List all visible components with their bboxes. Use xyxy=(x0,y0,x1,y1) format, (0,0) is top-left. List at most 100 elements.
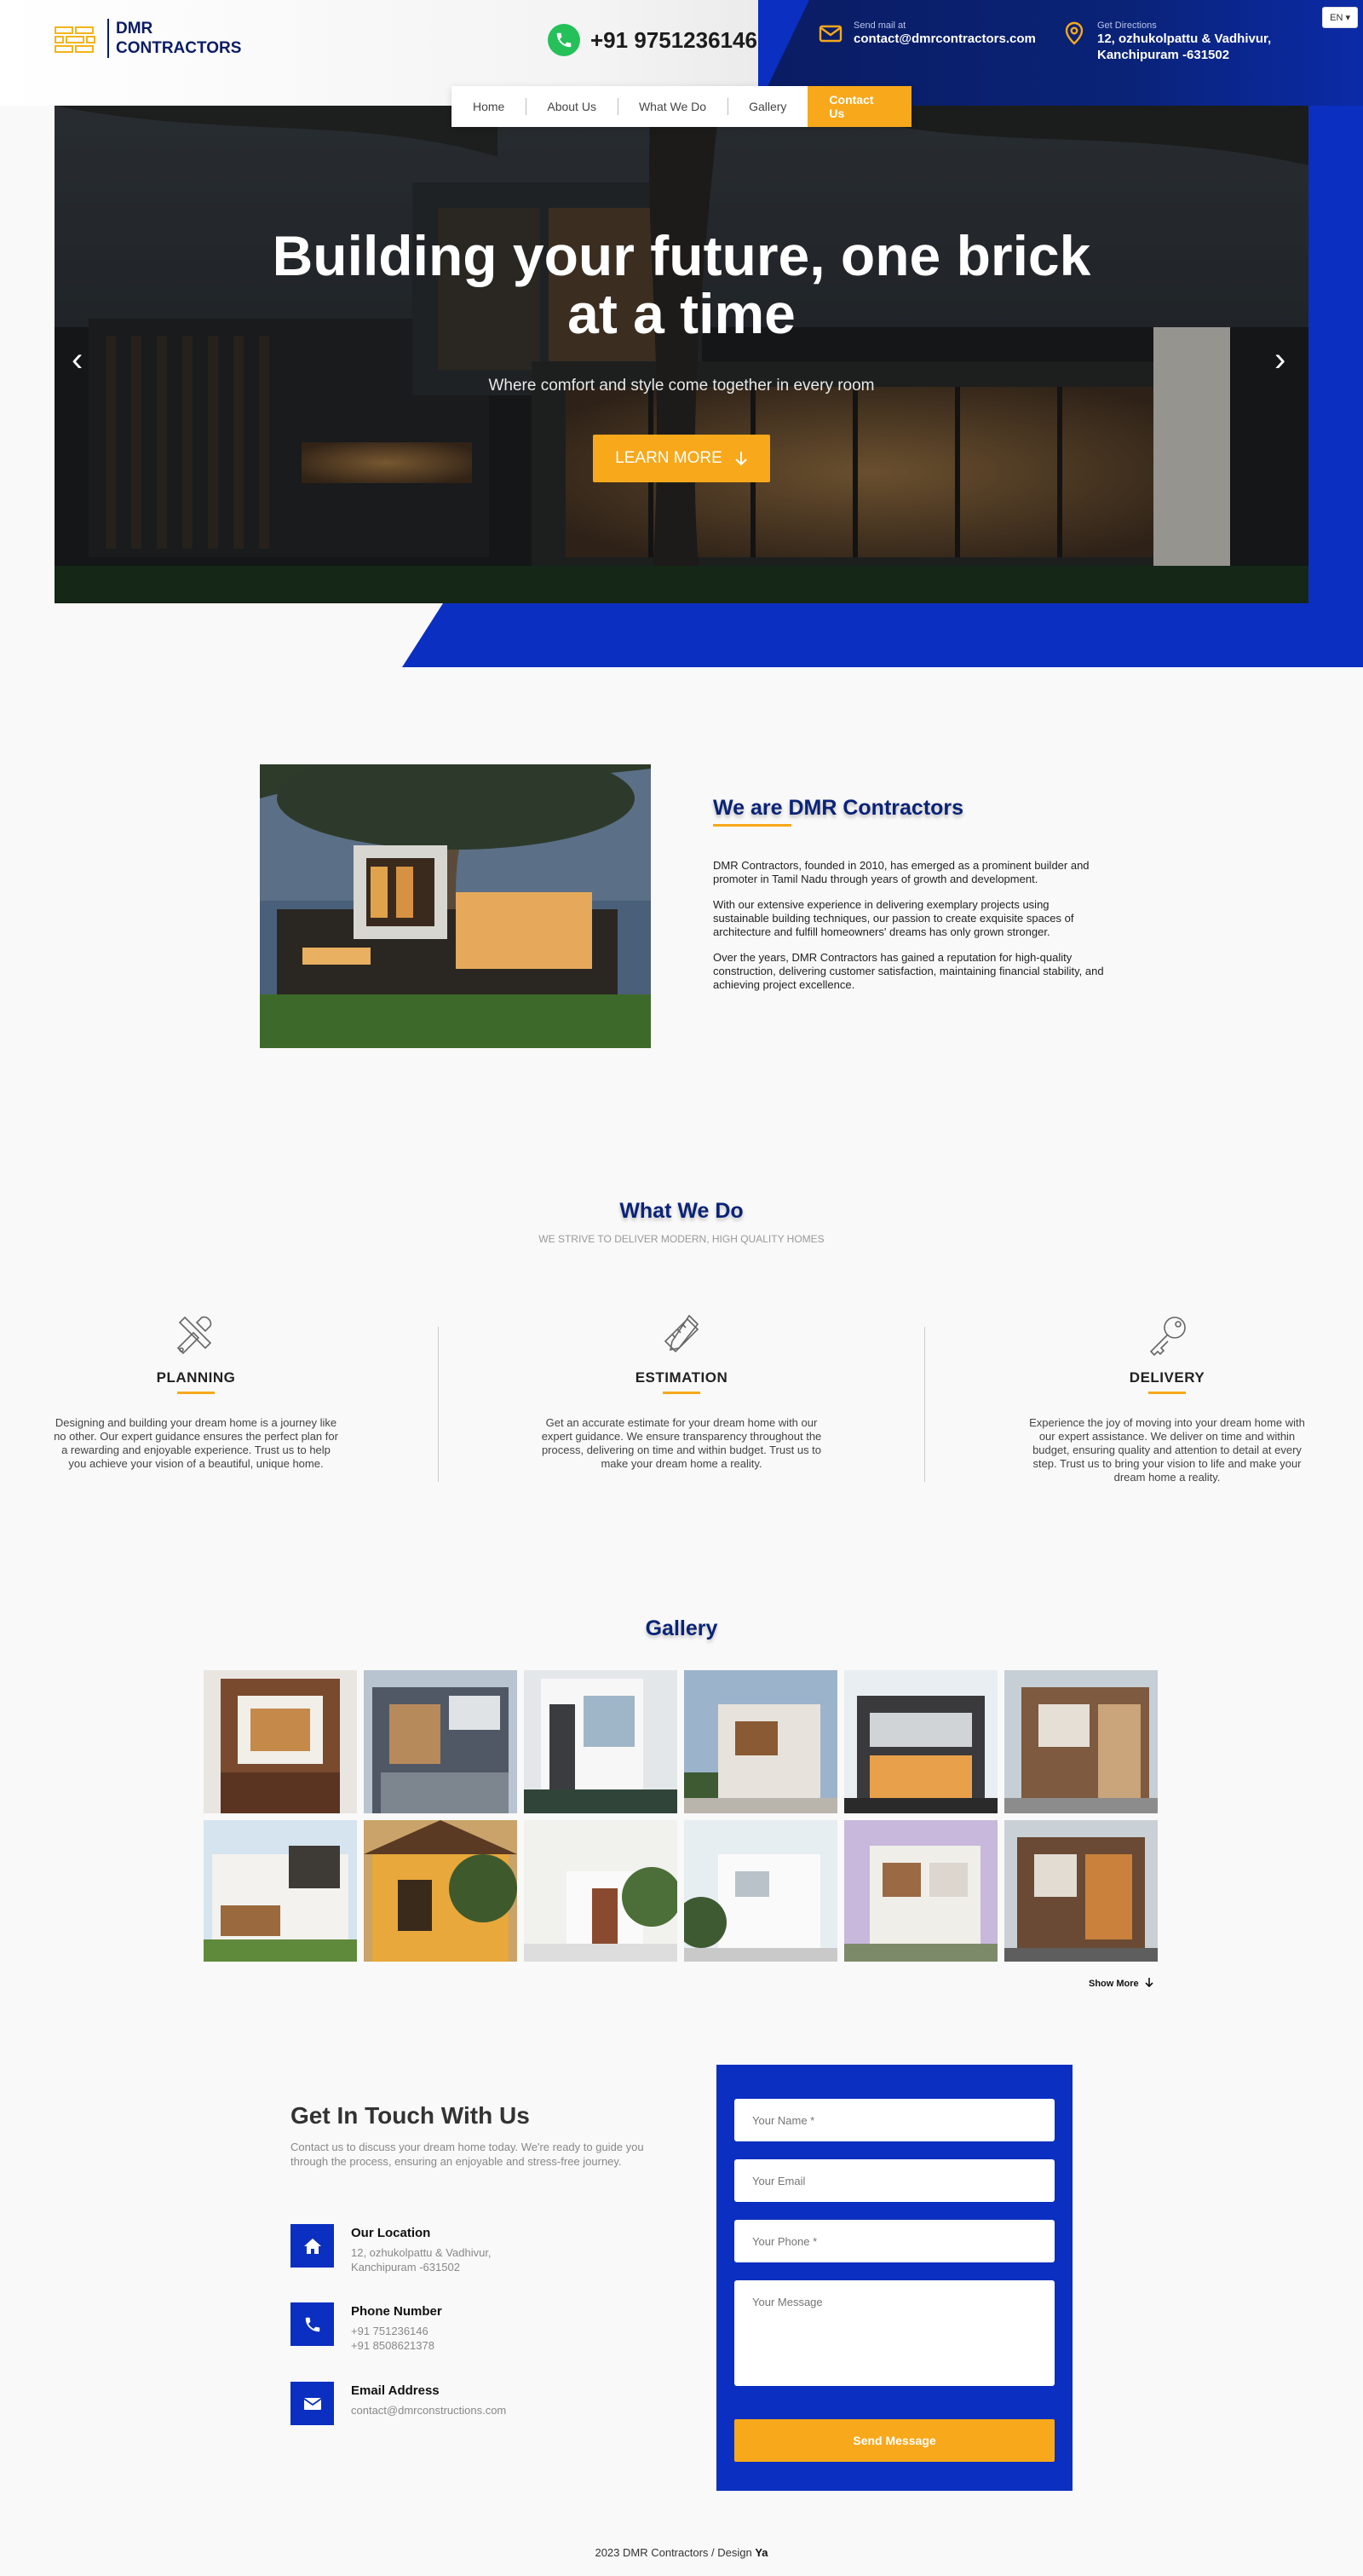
key-icon xyxy=(1149,1317,1186,1357)
arrow-down-icon xyxy=(735,452,747,466)
service-delivery: DELIVERY Experience the joy of moving in… xyxy=(1022,1312,1312,1484)
footer-designer-link[interactable]: Ya xyxy=(755,2546,768,2559)
ruler-pencil-icon xyxy=(664,1314,699,1353)
service-name: ESTIMATION xyxy=(635,1369,728,1386)
logo-wordmark: DMR CONTRACTORS xyxy=(107,19,241,58)
contact-form: Send Message xyxy=(716,2065,1073,2491)
slider-prev-arrow-icon[interactable]: ‹ xyxy=(72,341,83,379)
contact-phone-2[interactable]: +91 8508621378 xyxy=(351,2338,442,2353)
learn-more-button[interactable]: LEARN MORE xyxy=(593,435,770,482)
gallery-image[interactable] xyxy=(684,1670,837,1813)
about-paragraph: DMR Contractors, founded in 2010, has em… xyxy=(713,859,1090,885)
hero-blue-band xyxy=(402,603,1363,667)
service-text: Experience the joy of moving into your d… xyxy=(1029,1416,1305,1484)
nav-about-us[interactable]: About Us xyxy=(526,86,618,127)
contact-description: Contact us to discuss your dream home to… xyxy=(290,2141,644,2168)
header-mail[interactable]: Send mail at contact@dmrcontractors.com xyxy=(818,20,1036,47)
services-title: What We Do xyxy=(619,1199,744,1223)
phone-input[interactable] xyxy=(734,2220,1055,2262)
contact-location-line-1: 12, ozhukolpattu & Vadhivur, xyxy=(351,2246,492,2259)
service-name: PLANNING xyxy=(156,1369,236,1386)
nav-contact-us-button[interactable]: Contact Us xyxy=(808,86,912,127)
email-input[interactable] xyxy=(734,2159,1055,2202)
hero-title-line-1: Building your future, one brick xyxy=(272,224,1091,287)
hero-house-image xyxy=(55,106,1308,603)
gallery-title: Gallery xyxy=(645,1616,718,1640)
gallery-image[interactable] xyxy=(364,1670,517,1813)
service-underline xyxy=(177,1392,215,1394)
message-textarea[interactable] xyxy=(734,2280,1055,2386)
gallery-image[interactable] xyxy=(1004,1820,1158,1962)
hero-subtitle: Where comfort and style come together in… xyxy=(488,377,875,395)
services-subtitle: WE STRIVE TO DELIVER MODERN, HIGH QUALIT… xyxy=(538,1233,825,1245)
nav-gallery[interactable]: Gallery xyxy=(728,86,808,127)
gallery-image[interactable] xyxy=(844,1820,998,1962)
site-footer: 2023 DMR Contractors / Design Ya xyxy=(0,2546,1363,2559)
directions-label: Get Directions xyxy=(1097,20,1157,31)
contact-location-line-2: Kanchipuram -631502 xyxy=(351,2261,460,2273)
gallery-image[interactable] xyxy=(204,1820,357,1962)
service-text: Designing and building your dream home i… xyxy=(54,1416,338,1470)
contact-phone-1[interactable]: +91 751236146 xyxy=(351,2324,442,2338)
contact-email: Email Address contact@dmrconstructions.c… xyxy=(290,2382,506,2425)
contact-location-label: Our Location xyxy=(351,2226,431,2240)
gallery-image[interactable] xyxy=(524,1670,677,1813)
contact-phone-label: Phone Number xyxy=(351,2304,442,2319)
directions-line-2: Kanchipuram -631502 xyxy=(1097,48,1230,62)
contact-email-label: Email Address xyxy=(351,2383,440,2398)
about-paragraph: Over the years, DMR Contractors has gain… xyxy=(713,951,1104,991)
gallery-image[interactable] xyxy=(524,1820,677,1962)
arrow-down-icon xyxy=(1145,1978,1153,1988)
show-more-link[interactable]: Show More xyxy=(1089,1978,1153,1989)
gallery-image[interactable] xyxy=(364,1820,517,1962)
name-input[interactable] xyxy=(734,2099,1055,2141)
gallery-image[interactable] xyxy=(844,1670,998,1813)
header-directions[interactable]: Get Directions 12, ozhukolpattu & Vadhiv… xyxy=(1061,20,1271,63)
send-message-button[interactable]: Send Message xyxy=(734,2419,1055,2462)
mail-value: contact@dmrcontractors.com xyxy=(854,32,1036,46)
envelope-icon xyxy=(290,2382,334,2425)
service-name: DELIVERY xyxy=(1129,1369,1205,1386)
nav-home[interactable]: Home xyxy=(451,86,526,127)
footer-copyright: 2023 DMR Contractors / Design xyxy=(595,2546,756,2559)
about-title-text: We are DMR Contractors xyxy=(713,796,964,820)
directions-line-1: 12, ozhukolpattu & Vadhivur, xyxy=(1097,32,1272,46)
learn-more-label: LEARN MORE xyxy=(615,449,722,467)
logo-line-1: DMR xyxy=(116,20,153,37)
whatsapp-icon xyxy=(548,24,580,56)
brick-logo-icon xyxy=(55,23,99,54)
site-logo[interactable]: DMR CONTRACTORS xyxy=(55,19,241,58)
show-more-label: Show More xyxy=(1089,1979,1139,1989)
gallery-grid xyxy=(204,1670,1158,1962)
divider xyxy=(438,1327,439,1482)
tools-icon xyxy=(176,1316,212,1355)
phone-number: +91 9751236146 xyxy=(590,26,757,53)
contact-title: Get In Touch With Us xyxy=(290,2102,530,2129)
mail-icon xyxy=(819,25,843,43)
gallery-image[interactable] xyxy=(204,1670,357,1813)
about-house-image xyxy=(260,764,651,1048)
main-nav: Home About Us What We Do Gallery Contact… xyxy=(451,86,912,127)
mail-label: Send mail at xyxy=(854,20,906,31)
divider xyxy=(924,1327,925,1482)
contact-email-value[interactable]: contact@dmrconstructions.com xyxy=(351,2403,506,2418)
contact-phone: Phone Number +91 751236146 +91 850862137… xyxy=(290,2302,442,2353)
language-selector[interactable]: EN ▾ xyxy=(1322,7,1358,28)
service-planning: PLANNING Designing and building your dre… xyxy=(51,1312,341,1471)
logo-line-2: CONTRACTORS xyxy=(116,39,242,57)
slider-next-arrow-icon[interactable]: › xyxy=(1274,341,1285,379)
gallery-image[interactable] xyxy=(1004,1670,1158,1813)
hero-title: Building your future, one brick at a tim… xyxy=(55,227,1308,343)
about-paragraph: With our extensive experience in deliver… xyxy=(713,898,1074,938)
service-underline xyxy=(1148,1392,1186,1394)
nav-what-we-do[interactable]: What We Do xyxy=(617,86,728,127)
about-title: We are DMR Contractors xyxy=(713,796,963,827)
service-estimation: ESTIMATION Get an accurate estimate for … xyxy=(537,1312,826,1471)
gallery-image[interactable] xyxy=(684,1820,837,1962)
contact-location: Our Location 12, ozhukolpattu & Vadhivur… xyxy=(290,2224,492,2274)
location-pin-icon xyxy=(1065,21,1084,45)
phone-icon xyxy=(290,2302,334,2346)
about-body: DMR Contractors, founded in 2010, has em… xyxy=(713,859,1105,1004)
home-icon xyxy=(290,2224,334,2268)
header-phone[interactable]: +91 9751236146 xyxy=(548,24,757,56)
